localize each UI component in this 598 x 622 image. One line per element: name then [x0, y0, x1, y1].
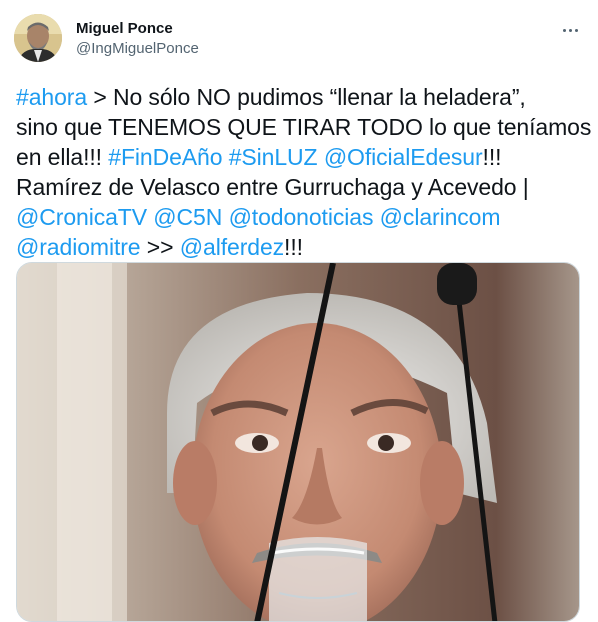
photo-image: [17, 263, 579, 621]
avatar[interactable]: [14, 14, 62, 62]
tweet-text-line: Ramírez de Velasco entre Gurruchaga y Ac…: [16, 172, 586, 202]
mention-link[interactable]: @C5N: [153, 204, 222, 230]
tweet-media-photo[interactable]: [16, 262, 580, 622]
more-horizontal-icon: [562, 28, 566, 32]
hashtag-link[interactable]: #ahora: [16, 84, 87, 110]
author-display-name[interactable]: Miguel Ponce: [76, 19, 199, 39]
tweet-author: Miguel Ponce @IngMiguelPonce: [76, 19, 199, 59]
tweet-text-segment: !!!: [284, 234, 303, 260]
author-handle[interactable]: @IngMiguelPonce: [76, 39, 199, 59]
more-options-button[interactable]: [556, 20, 584, 40]
mention-link[interactable]: @clarincom: [380, 204, 501, 230]
tweet-text-segment: !!!: [482, 144, 502, 170]
more-horizontal-icon-dot: [568, 28, 572, 32]
tweet-text-line: @radiomitre >> @alferdez!!!: [16, 232, 586, 262]
tweet-text-segment: en ella!!!: [16, 144, 109, 170]
tweet-text-line: sino que TENEMOS QUE TIRAR TODO lo que t…: [16, 112, 591, 142]
tweet-text-segment: Ramírez de Velasco entre Gurruchaga y Ac…: [16, 174, 529, 200]
avatar-image: [14, 14, 62, 62]
mention-link[interactable]: @todonoticias: [229, 204, 374, 230]
tweet-card: Miguel Ponce @IngMiguelPonce #ahora > No…: [0, 0, 598, 622]
mention-link[interactable]: @CronicaTV: [16, 204, 147, 230]
mention-link[interactable]: @alferdez: [180, 234, 284, 260]
tweet-text-segment: >>: [140, 234, 180, 260]
mention-link[interactable]: @radiomitre: [16, 234, 141, 260]
tweet-text-segment: > No sólo NO pudimos “llenar la heladera…: [87, 84, 526, 110]
mention-link[interactable]: @OficialEdesur: [324, 144, 483, 170]
hashtag-link[interactable]: #SinLUZ: [229, 144, 318, 170]
tweet-text-line: en ella!!! #FinDeAño #SinLUZ @OficialEde…: [16, 142, 586, 172]
tweet-text: #ahora > No sólo NO pudimos “llenar la h…: [16, 82, 591, 262]
tweet-text-segment: sino que TENEMOS QUE TIRAR TODO lo que t…: [16, 114, 592, 140]
tweet-text-line: @CronicaTV @C5N @todonoticias @clarincom: [16, 202, 586, 232]
more-horizontal-icon-dot: [574, 28, 578, 32]
hashtag-link[interactable]: #FinDeAño: [108, 144, 222, 170]
tweet-text-line: #ahora > No sólo NO pudimos “llenar la h…: [16, 82, 586, 112]
